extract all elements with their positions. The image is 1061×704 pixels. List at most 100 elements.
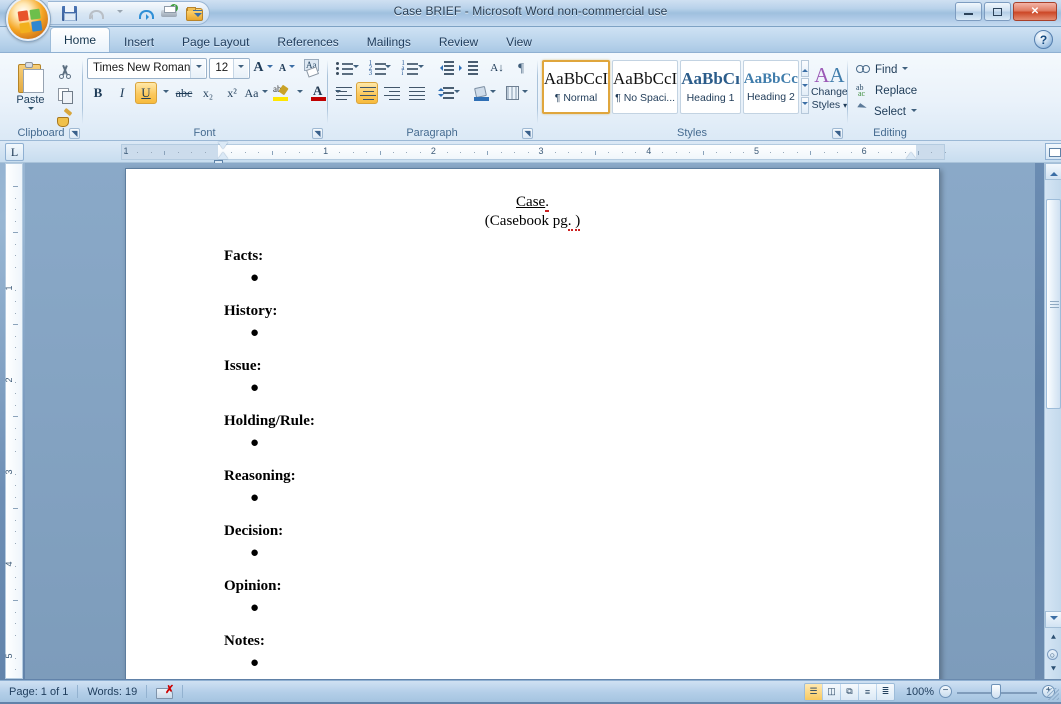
first-line-indent-marker[interactable] (218, 142, 228, 149)
line-spacing-button[interactable] (433, 82, 464, 104)
highlight-button[interactable] (269, 82, 291, 104)
scroll-down-button[interactable] (1045, 611, 1061, 628)
replace-button[interactable]: ab ac Replace (852, 80, 928, 101)
chevron-down-icon[interactable] (232, 58, 248, 78)
select-button[interactable]: Select (852, 101, 928, 122)
next-page-button[interactable]: ⯆ (1047, 663, 1060, 676)
print-preview-icon[interactable]: ✓ (160, 4, 178, 22)
styles-dialog-launcher[interactable]: ◥ (832, 128, 843, 139)
scroll-up-button[interactable] (1045, 163, 1061, 180)
shading-button[interactable] (470, 82, 500, 104)
font-dialog-launcher[interactable]: ◥ (312, 128, 323, 139)
decrease-indent-button[interactable] (434, 57, 456, 79)
previous-page-button[interactable]: ⯅ (1047, 631, 1060, 644)
styles-scroll-up-button[interactable] (800, 60, 809, 78)
italic-button[interactable]: I (111, 82, 133, 104)
highlight-dropdown[interactable] (293, 82, 305, 104)
underline-dropdown[interactable] (159, 82, 171, 104)
show-marks-button[interactable]: ¶ (510, 57, 532, 79)
document-page[interactable]: Case. (Casebook pg. ) Facts: ● History: ● Is… (125, 168, 940, 679)
vertical-ruler[interactable]: 1 2 3 4 5 (4, 163, 23, 679)
justify-button[interactable] (405, 82, 427, 104)
view-full-screen-reading-button[interactable]: ◫ (823, 683, 840, 700)
chevron-down-icon[interactable] (27, 107, 34, 113)
styles-more-button[interactable] (800, 96, 809, 114)
hanging-indent-marker[interactable] (218, 152, 228, 159)
underline-button[interactable]: U (135, 82, 157, 104)
find-button[interactable]: Find (852, 59, 928, 80)
right-indent-marker[interactable] (906, 152, 916, 159)
clipboard-dialog-launcher[interactable]: ◥ (69, 128, 80, 139)
tab-mailings[interactable]: Mailings (353, 30, 425, 52)
tab-insert[interactable]: Insert (110, 30, 168, 52)
font-size-combo[interactable]: 12 (209, 57, 250, 79)
view-draft-button[interactable]: ≣ (877, 683, 894, 700)
save-icon[interactable] (60, 4, 78, 22)
chevron-down-icon[interactable] (190, 58, 206, 78)
grow-font-button[interactable]: A (252, 57, 274, 79)
undo-icon[interactable] (85, 4, 104, 22)
paragraph-dialog-launcher[interactable]: ◥ (522, 128, 533, 139)
split-window-handle[interactable] (1045, 143, 1061, 160)
view-print-layout-button[interactable]: ☰ (805, 683, 822, 700)
close-button[interactable]: ✕ (1013, 2, 1057, 21)
bullets-button[interactable] (332, 57, 363, 79)
style-no-spacing[interactable]: AaBbCcI ¶ No Spaci... (612, 60, 679, 114)
align-left-button[interactable] (332, 82, 354, 104)
vertical-scrollbar[interactable]: ⯅ ○ ⯆ (1044, 143, 1061, 679)
style-heading-2[interactable]: AaBbCc Heading 2 (742, 60, 799, 114)
zoom-level-label[interactable]: 100% (900, 686, 934, 698)
cut-button[interactable] (56, 62, 75, 81)
zoom-slider[interactable]: − + (939, 683, 1055, 700)
sort-button[interactable]: A↓ (486, 57, 508, 79)
styles-scroll-down-button[interactable] (800, 78, 809, 96)
minimize-button[interactable] (955, 2, 982, 21)
zoom-slider-thumb[interactable] (991, 683, 1001, 699)
scrollbar-thumb[interactable] (1046, 199, 1061, 409)
tab-home[interactable]: Home (50, 27, 111, 52)
undo-dropdown-icon[interactable] (110, 4, 128, 22)
font-color-button[interactable] (307, 82, 329, 104)
redo-icon[interactable] (135, 4, 154, 22)
horizontal-ruler[interactable]: 1 2 3 4 5 6 1 (121, 142, 946, 164)
zoom-out-button[interactable]: − (939, 684, 952, 698)
increase-indent-button[interactable] (458, 57, 480, 79)
change-styles-button[interactable]: AA Change Styles ▾ (811, 60, 848, 114)
align-right-button[interactable] (380, 82, 402, 104)
borders-button[interactable] (502, 82, 532, 104)
tab-review[interactable]: Review (425, 30, 492, 52)
tab-page-layout[interactable]: Page Layout (168, 30, 263, 52)
shrink-font-button[interactable]: A (276, 57, 298, 79)
document-body[interactable]: Facts: ● History: ● Issue: ● Holding/Rule: ● Rea… (222, 248, 843, 671)
style-heading-1[interactable]: AaBbCı Heading 1 (680, 60, 741, 114)
tab-view[interactable]: View (492, 30, 546, 52)
format-painter-button[interactable] (56, 108, 75, 127)
word-count-indicator[interactable]: Words: 19 (78, 683, 146, 701)
bold-button[interactable]: B (87, 82, 109, 104)
tab-references[interactable]: References (263, 30, 352, 52)
tab-stop-selector[interactable]: L (5, 143, 24, 161)
multilevel-list-button[interactable]: 1ai (397, 57, 428, 79)
page-indicator[interactable]: Page: 1 of 1 (0, 683, 77, 701)
subscript-button[interactable]: x₂ (197, 82, 219, 104)
style-normal[interactable]: AaBbCcI ¶ Normal (542, 60, 610, 114)
help-icon[interactable]: ? (1034, 30, 1053, 49)
align-center-button[interactable] (356, 82, 379, 104)
paste-button[interactable]: Paste (8, 59, 54, 113)
resize-grip[interactable] (1047, 688, 1059, 700)
superscript-button[interactable]: x² (221, 82, 243, 104)
view-outline-button[interactable]: ≡ (859, 683, 876, 700)
select-browse-object-button[interactable]: ○ (1047, 649, 1058, 660)
clear-formatting-button[interactable] (300, 57, 322, 79)
proofing-status-button[interactable] (147, 683, 182, 701)
document-canvas[interactable]: Case. (Casebook pg. ) Facts: ● History: ● Is… (25, 163, 1035, 679)
view-web-layout-button[interactable]: ⧉ (841, 683, 858, 700)
copy-button[interactable] (56, 85, 75, 104)
change-case-button[interactable]: Aa (245, 82, 268, 104)
bullet-list-icon (336, 61, 353, 75)
strikethrough-button[interactable]: abc (173, 82, 195, 104)
numbering-button[interactable]: 123 (365, 57, 396, 79)
customize-qat-icon[interactable] (188, 4, 206, 22)
restore-button[interactable] (984, 2, 1011, 21)
font-name-combo[interactable]: Times New Roman (87, 57, 208, 79)
